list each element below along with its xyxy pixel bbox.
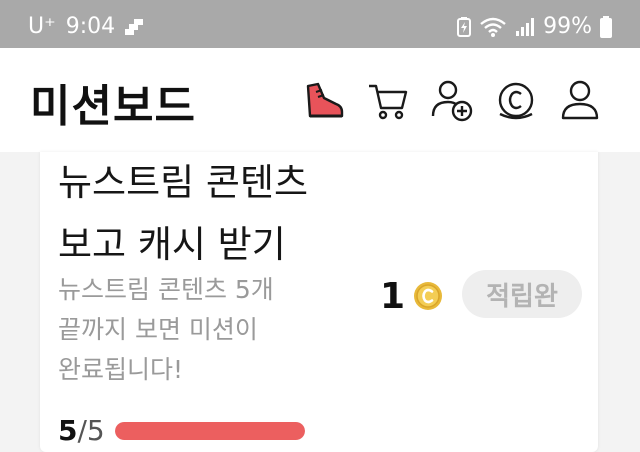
mission-description: 뉴스트림 콘텐츠 5개 끝까지 보면 미션이 완료됩니다!	[58, 270, 358, 390]
mission-progress: 5 / 5	[58, 414, 305, 447]
progress-current: 5	[58, 414, 78, 447]
reward: 1	[380, 274, 443, 318]
notification-icon	[125, 18, 144, 35]
reward-amount: 1	[380, 275, 406, 317]
progress-bar-fill	[114, 421, 305, 440]
battery-percent: 99%	[543, 14, 592, 39]
app-header: 미션보드	[0, 48, 640, 152]
mission-title: 뉴스트림 콘텐츠 보고 캐시 받기	[58, 152, 388, 276]
claim-button[interactable]: 적립완	[462, 270, 582, 318]
battery-icon	[600, 15, 612, 38]
profile-icon[interactable]	[558, 78, 602, 122]
sneaker-icon[interactable]	[302, 78, 346, 122]
coin-icon	[414, 282, 443, 310]
mission-description-line: 뉴스트림 콘텐츠 5개	[58, 275, 274, 304]
signal-icon	[516, 17, 535, 36]
coin-history-icon[interactable]	[494, 78, 538, 122]
add-friend-icon[interactable]	[430, 78, 474, 122]
cart-icon[interactable]	[366, 78, 410, 122]
wifi-icon	[480, 17, 506, 37]
mission-card[interactable]: 뉴스트림 콘텐츠 보고 캐시 받기 뉴스트림 콘텐츠 5개 끝까지 보면 미션이…	[40, 152, 598, 452]
progress-separator: /	[77, 414, 87, 447]
mission-title-line: 뉴스트림 콘텐츠	[58, 161, 309, 204]
carrier-label: U⁺	[28, 14, 56, 39]
page-title: 미션보드	[30, 81, 196, 132]
status-bar-right: 99%	[457, 14, 612, 39]
progress-bar	[114, 421, 305, 440]
mission-description-line: 끝까지 보면 미션이	[58, 315, 258, 344]
clock: 9:04	[65, 14, 116, 39]
mission-title-line: 보고 캐시 받기	[58, 223, 286, 266]
status-bar-left: U⁺ 9:04	[28, 14, 144, 39]
battery-saver-icon	[457, 16, 472, 37]
status-bar: U⁺ 9:04 99%	[0, 0, 640, 48]
progress-total: 5	[86, 414, 105, 447]
mission-description-line: 완료됩니다!	[58, 355, 184, 384]
